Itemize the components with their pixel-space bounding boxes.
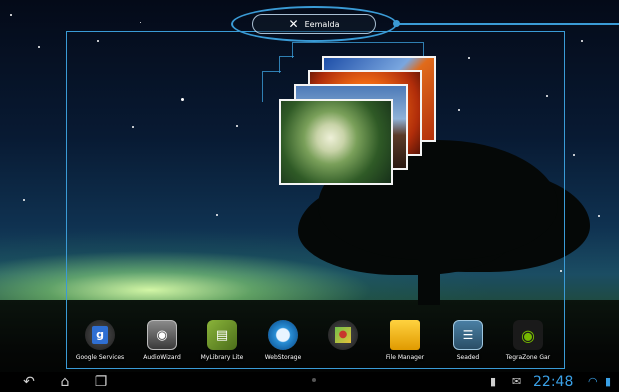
dock-app-label: File Manager (385, 354, 425, 361)
dock-app-tegrazone[interactable]: ◉ TegraZone Gar (498, 320, 558, 368)
dock-app-label: Seaded (456, 354, 480, 361)
dock-app-webstorage[interactable]: WebStorage (253, 320, 313, 368)
settings-icon: ☰ (453, 320, 483, 350)
guide-line (262, 71, 281, 102)
dock-app-file-manager[interactable]: File Manager (375, 320, 435, 368)
google-services-icon: g (85, 320, 115, 350)
star (38, 46, 40, 48)
dock-app-label: TegraZone Gar (505, 354, 551, 361)
audiowizard-icon: ◉ (147, 320, 177, 350)
home-icon[interactable]: ⌂ (56, 374, 74, 390)
dock-app-label: MyLibrary Lite (200, 354, 244, 361)
dock-app-label: WebStorage (264, 354, 302, 361)
dock-app-label: AudioWizard (143, 354, 181, 361)
folder-icon (390, 320, 420, 350)
mail-icon: ✉ (512, 375, 522, 388)
dock-app-mylibrary-lite[interactable]: ▤ MyLibrary Lite (192, 320, 252, 368)
recent-apps-icon[interactable]: ❐ (92, 374, 110, 390)
wifi-icon: ◠ (588, 375, 598, 388)
callout-highlight (231, 6, 397, 42)
tegrazone-icon: ◉ (513, 320, 543, 350)
sd-card-icon: ▮ (490, 375, 497, 388)
status-clock: 22:48 (533, 374, 574, 390)
guide-line (279, 56, 294, 73)
dock-app-audiowizard[interactable]: ◉ AudioWizard (132, 320, 192, 368)
photo-card-hydrangea[interactable] (279, 99, 393, 185)
page-indicator (312, 378, 316, 382)
star (573, 154, 575, 156)
star (10, 14, 12, 16)
dock-app-label: Google Services (75, 354, 125, 361)
webstorage-icon (268, 320, 298, 350)
star (140, 22, 141, 23)
dock-app-google-services[interactable]: g Google Services (70, 320, 130, 368)
dock-app-maps[interactable]: ● (313, 320, 373, 368)
dock-app-settings[interactable]: ☰ Seaded (438, 320, 498, 368)
mylibrary-icon: ▤ (207, 320, 237, 350)
star (581, 40, 583, 42)
star (23, 199, 25, 201)
maps-icon: ● (328, 320, 358, 350)
back-icon[interactable]: ↶ (20, 374, 38, 390)
star (598, 215, 600, 217)
callout-dot (393, 20, 400, 27)
battery-icon: ▮ (605, 375, 612, 388)
system-navigation-bar: ↶ ⌂ ❐ ▮ ✉ 22:48 ◠ ▮ (0, 372, 619, 392)
callout-line (397, 23, 619, 25)
